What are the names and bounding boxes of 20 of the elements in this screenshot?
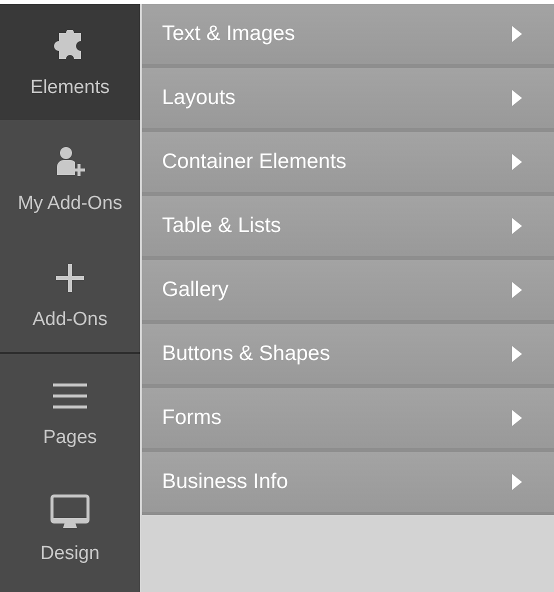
- caret-icon: [512, 282, 522, 298]
- caret-icon: [512, 218, 522, 234]
- menu-item[interactable]: Container Elements: [142, 132, 554, 192]
- menu-icon: [53, 383, 87, 409]
- sidebar-tab[interactable]: Elements: [0, 4, 140, 120]
- caret-icon: [512, 26, 522, 42]
- caret-icon: [512, 154, 522, 170]
- caret-icon: [512, 474, 522, 490]
- menu-item[interactable]: Gallery: [142, 260, 554, 320]
- menu-item[interactable]: Table & Lists: [142, 196, 554, 256]
- plus-icon: [54, 262, 86, 294]
- menu-item[interactable]: Text & Images: [142, 4, 554, 64]
- menu-item[interactable]: Forms: [142, 388, 554, 448]
- caret-icon: [512, 346, 522, 362]
- menu-item[interactable]: Business Info: [142, 452, 554, 512]
- menu-item[interactable]: Buttons & Shapes: [142, 324, 554, 384]
- caret-icon: [512, 410, 522, 426]
- menu-item[interactable]: Layouts: [142, 68, 554, 128]
- caret-icon: [512, 90, 522, 106]
- monitor-icon: [50, 494, 90, 530]
